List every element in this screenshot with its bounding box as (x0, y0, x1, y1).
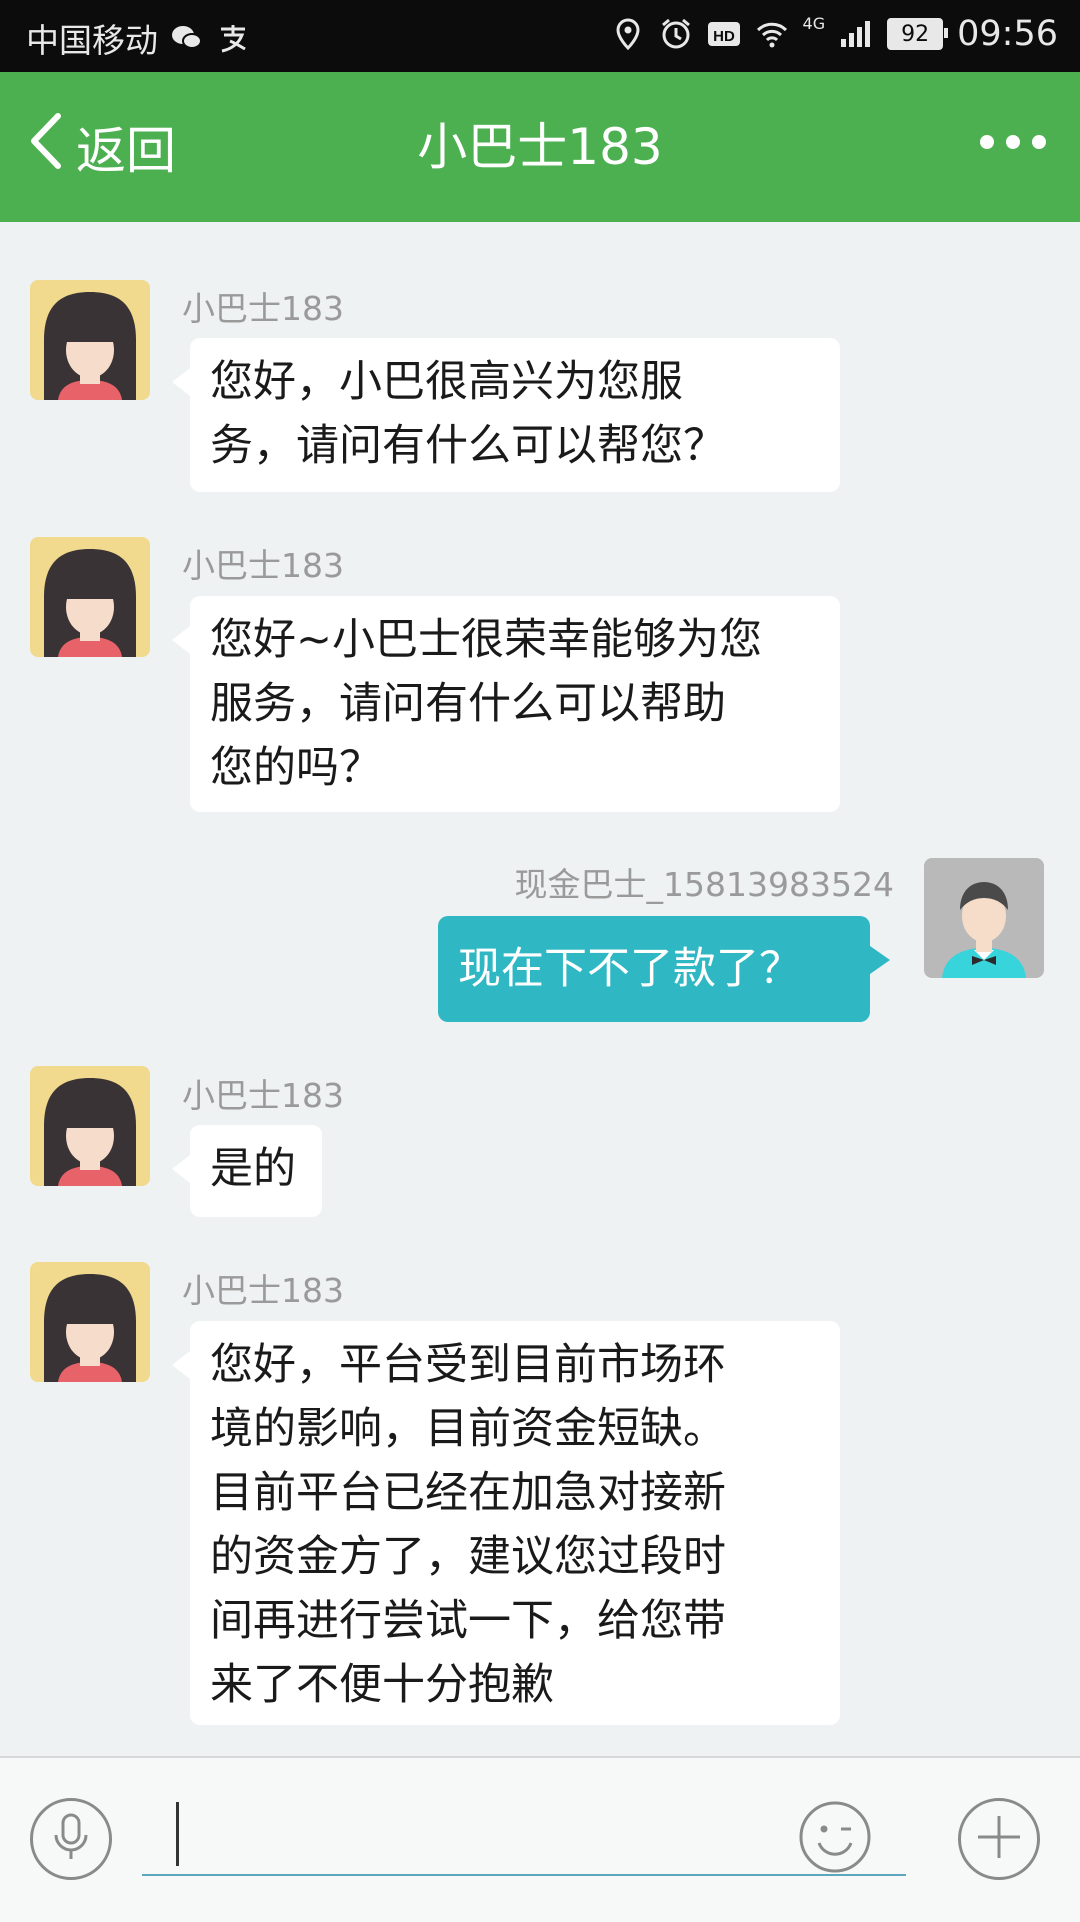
more-options-button[interactable] (980, 135, 1046, 149)
agent-avatar[interactable] (30, 1262, 150, 1382)
message-line: 现在下不了款了？ (458, 944, 802, 994)
chat-header: 返回 小巴士183 (0, 72, 1080, 222)
emoji-icon (797, 1799, 873, 1879)
message-line: 境的影响，目前资金短缺。 (210, 1404, 726, 1454)
signal-icon (839, 17, 873, 51)
message-line: 的资金方了，建议您过段时 (210, 1532, 726, 1582)
battery-indicator: 92 (887, 18, 949, 50)
input-bar (0, 1756, 1080, 1922)
voice-button[interactable] (30, 1798, 112, 1880)
incoming-bubble[interactable]: 您好，小巴很高兴为您服 务，请问有什么可以帮您？ (172, 338, 840, 492)
clock: 09:56 (957, 14, 1058, 54)
wechat-icon (170, 21, 204, 55)
dot-icon (1006, 135, 1020, 149)
sender-name: 现金巴士_15813983524 (514, 865, 894, 904)
message-line: 是的 (210, 1144, 296, 1194)
message-line: 间再进行尝试一下，给您带 (210, 1596, 726, 1646)
alarm-icon (659, 17, 693, 51)
alipay-icon (216, 21, 250, 55)
wifi-icon (755, 17, 789, 51)
location-icon (611, 17, 645, 51)
plus-icon (974, 1812, 1024, 1866)
sender-name: 小巴士183 (182, 289, 344, 328)
message-line: 来了不便十分抱歉 (210, 1660, 554, 1710)
agent-avatar[interactable] (30, 280, 150, 400)
message-input[interactable] (142, 1802, 906, 1876)
incoming-bubble[interactable]: 您好~小巴士很荣幸能够为您 服务，请问有什么可以帮助 您的吗？ (172, 596, 840, 812)
user-avatar[interactable] (924, 858, 1044, 978)
message-line: 目前平台已经在加急对接新 (210, 1468, 726, 1518)
message-line: 服务，请问有什么可以帮助 (210, 679, 726, 729)
agent-avatar[interactable] (30, 1066, 150, 1186)
message-line: 您好，平台受到目前市场环 (210, 1340, 726, 1390)
message-line: 您好，小巴很高兴为您服 (210, 357, 683, 407)
plus-button[interactable] (958, 1798, 1040, 1880)
carrier-label: 中国移动 (26, 21, 158, 60)
network-type: 4G (802, 14, 826, 33)
sender-name: 小巴士183 (182, 1076, 344, 1115)
status-bar: 中国移动 HD 4G 92 09:56 (0, 0, 1080, 72)
page-title: 小巴士183 (417, 118, 663, 176)
outgoing-bubble[interactable]: 现在下不了款了？ (438, 916, 890, 1022)
message-line: 您的吗？ (210, 743, 382, 793)
emoji-button[interactable] (794, 1798, 876, 1880)
agent-avatar[interactable] (30, 537, 150, 657)
hd-icon: HD (707, 17, 741, 51)
message-line: 务，请问有什么可以帮您？ (210, 421, 726, 471)
message-line: 您好~小巴士很荣幸能够为您 (210, 615, 763, 665)
microphone-icon (51, 1812, 91, 1866)
svg-text:HD: HD (713, 28, 735, 45)
incoming-bubble[interactable]: 是的 (172, 1125, 322, 1217)
dot-icon (980, 135, 994, 149)
incoming-bubble[interactable]: 您好，平台受到目前市场环 境的影响，目前资金短缺。 目前平台已经在加急对接新 的资金方… (172, 1321, 840, 1725)
dot-icon (1032, 135, 1046, 149)
text-cursor (176, 1802, 179, 1866)
sender-name: 小巴士183 (182, 1271, 344, 1310)
sender-name: 小巴士183 (182, 546, 344, 585)
